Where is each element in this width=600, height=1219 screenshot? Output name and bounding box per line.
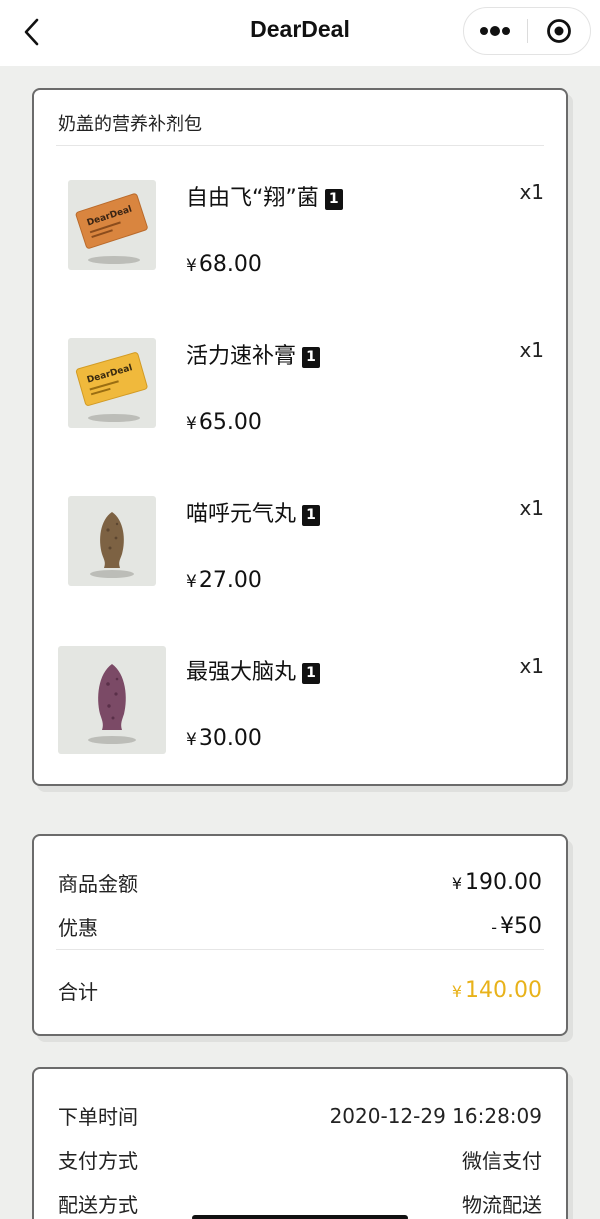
close-button[interactable] <box>527 8 590 54</box>
goods-amount-row: 商品金额 ¥190.00 <box>58 868 542 897</box>
product-name: 自由飞“翔”菌 1 <box>186 180 343 212</box>
product-name: 喵呼元气丸 1 <box>186 496 321 528</box>
mini-program-capsule <box>463 7 591 55</box>
nav-bar: DearDeal <box>0 0 600 66</box>
product-image: DearDeal <box>68 338 156 428</box>
divider <box>56 949 544 950</box>
order-time-value: 2020-12-29 16:28:09 <box>329 1103 542 1128</box>
order-time-row: 下单时间 2020-12-29 16:28:09 <box>58 1101 542 1130</box>
product-price: ¥68.00 <box>186 252 262 277</box>
delivery-method-label: 配送方式 <box>58 1193 138 1217</box>
goods-amount-label: 商品金额 <box>58 872 138 896</box>
product-badge: 1 <box>302 663 321 684</box>
product-price: ¥27.00 <box>186 568 262 593</box>
payment-method-label: 支付方式 <box>58 1149 138 1173</box>
discount-label: 优惠 <box>58 916 98 940</box>
product-price: ¥30.00 <box>186 726 262 751</box>
delivery-method-row: 配送方式 物流配送 <box>58 1189 542 1218</box>
more-dots-icon <box>480 26 511 36</box>
product-quantity: x1 <box>519 654 544 678</box>
product-badge: 1 <box>302 505 321 526</box>
product-item[interactable]: 喵呼元气丸 1 ¥27.00 x1 <box>34 496 566 636</box>
total-row: 合计 ¥140.00 <box>58 976 542 1005</box>
product-price: ¥65.00 <box>186 410 262 435</box>
product-name: 最强大脑丸 1 <box>186 654 321 686</box>
divider <box>56 145 544 146</box>
product-badge: 1 <box>302 347 321 368</box>
product-quantity: x1 <box>519 496 544 520</box>
order-items-card: 奶盖的营养补剂包 DearDeal 自由飞“翔”菌 1 ¥68.00 x1 De… <box>32 88 568 786</box>
product-badge: 1 <box>324 189 343 210</box>
product-image: DearDeal <box>68 180 156 270</box>
store-name: 奶盖的营养补剂包 <box>58 114 202 135</box>
order-info-card: 下单时间 2020-12-29 16:28:09 支付方式 微信支付 配送方式 … <box>32 1067 568 1219</box>
payment-method-value: 微信支付 <box>462 1149 542 1173</box>
price-summary-card: 商品金额 ¥190.00 优惠 - ¥50 合计 ¥140.00 <box>32 834 568 1036</box>
order-time-label: 下单时间 <box>58 1105 138 1129</box>
target-circle-icon <box>546 19 571 43</box>
product-quantity: x1 <box>519 180 544 204</box>
delivery-method-value: 物流配送 <box>462 1193 542 1217</box>
discount-value: - ¥50 <box>491 914 542 939</box>
home-indicator <box>192 1215 408 1219</box>
product-item[interactable]: 最强大脑丸 1 ¥30.00 x1 <box>34 646 566 794</box>
product-quantity: x1 <box>519 338 544 362</box>
more-button[interactable] <box>464 8 527 54</box>
product-item[interactable]: DearDeal 自由飞“翔”菌 1 ¥68.00 x1 <box>34 180 566 320</box>
payment-method-row: 支付方式 微信支付 <box>58 1145 542 1174</box>
product-name: 活力速补膏 1 <box>186 338 321 370</box>
goods-amount-value: ¥190.00 <box>451 870 542 895</box>
product-image <box>58 646 166 754</box>
product-image <box>68 496 156 586</box>
total-label: 合计 <box>58 980 98 1004</box>
product-item[interactable]: DearDeal 活力速补膏 1 ¥65.00 x1 <box>34 338 566 478</box>
total-value: ¥140.00 <box>451 978 542 1003</box>
discount-row: 优惠 - ¥50 <box>58 912 542 941</box>
